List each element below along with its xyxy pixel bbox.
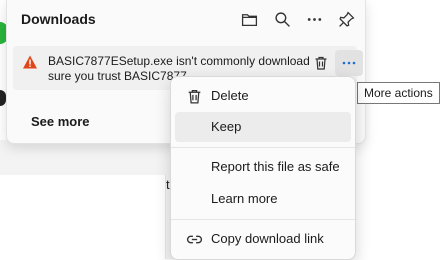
more-horizontal-icon[interactable] bbox=[302, 8, 326, 30]
menu-item-keep[interactable]: Keep bbox=[175, 112, 351, 142]
menu-item-learn-more[interactable]: Learn more bbox=[175, 184, 351, 214]
menu-item-label: Delete bbox=[211, 88, 249, 103]
menu-item-report-safe[interactable]: Report this file as safe bbox=[175, 152, 351, 182]
background-white-area bbox=[0, 175, 165, 259]
more-actions-tooltip: More actions bbox=[357, 82, 440, 104]
menu-item-copy-link[interactable]: Copy download link bbox=[175, 224, 351, 254]
link-icon bbox=[186, 235, 203, 244]
folder-icon[interactable] bbox=[237, 8, 261, 30]
context-menu: Delete Keep Report this file as safe Lea… bbox=[170, 76, 356, 260]
menu-separator bbox=[171, 147, 355, 148]
menu-item-label: Report this file as safe bbox=[211, 159, 340, 174]
menu-separator bbox=[171, 219, 355, 220]
more-horizontal-icon bbox=[342, 61, 356, 65]
menu-item-delete[interactable]: Delete bbox=[175, 81, 351, 111]
download-item-line1: BASIC7877ESetup.exe isn't commonly downl… bbox=[48, 54, 310, 68]
pin-icon[interactable] bbox=[334, 8, 358, 30]
search-icon[interactable] bbox=[270, 8, 294, 30]
menu-item-label: Copy download link bbox=[211, 231, 324, 246]
menu-item-label: Learn more bbox=[211, 191, 278, 206]
panel-title: Downloads bbox=[21, 11, 96, 27]
trash-icon bbox=[315, 56, 327, 70]
trash-icon bbox=[188, 90, 201, 104]
more-actions-button[interactable] bbox=[335, 50, 363, 76]
warning-triangle-icon bbox=[23, 55, 37, 69]
menu-item-label: Keep bbox=[211, 119, 242, 134]
delete-download-button[interactable] bbox=[309, 52, 333, 74]
see-more-link[interactable]: See more bbox=[31, 114, 90, 129]
